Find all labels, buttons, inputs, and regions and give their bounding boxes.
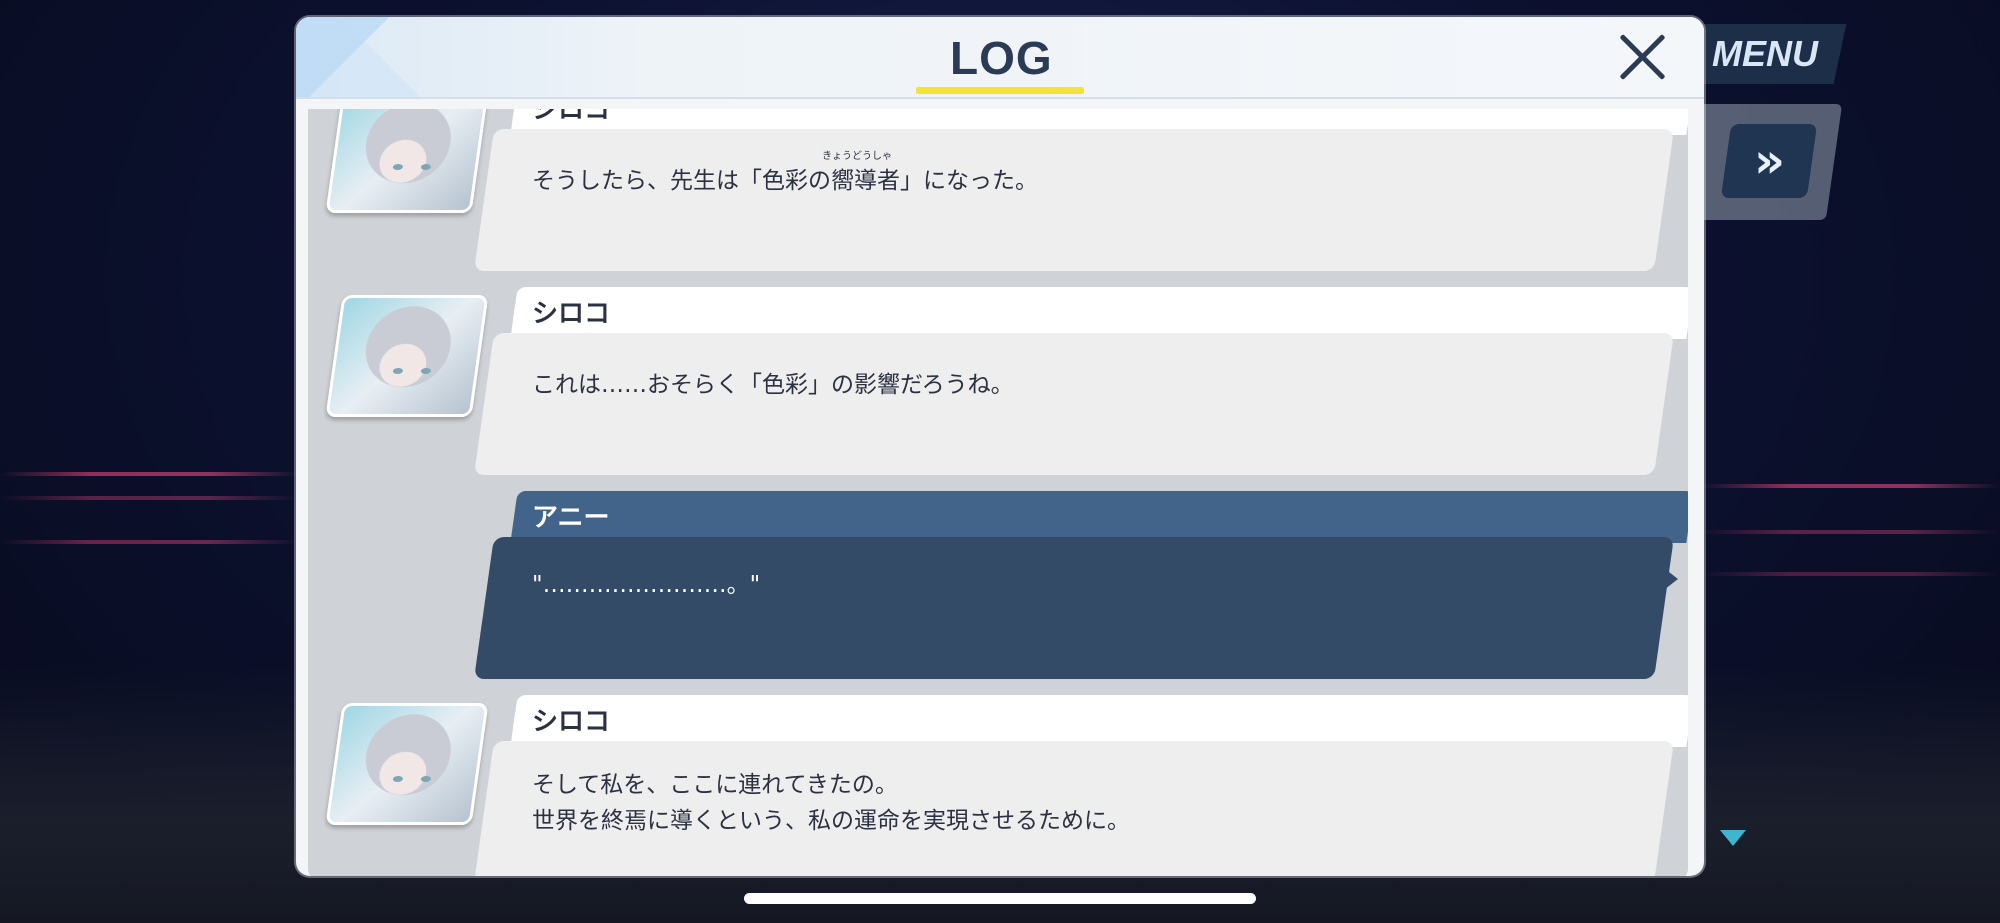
close-x-icon[interactable] (1616, 31, 1668, 83)
fast-forward-button[interactable]: » (1720, 124, 1818, 198)
neon-streak (0, 496, 300, 500)
speaker-name: シロコ (532, 707, 611, 737)
dialogue-line: そして私を、ここに連れてきたの。 (532, 772, 898, 798)
log-list[interactable]: シロコ きょうどうしゃ そうしたら、先生は「色彩の嚮導者」になった。 シロコ こ… (308, 109, 1688, 876)
speaker-tab (510, 491, 1688, 543)
neon-streak (1700, 572, 2000, 576)
dialogue-line: そうしたら、先生は「色彩の嚮導者」になった。 (532, 168, 1038, 194)
dialogue-box (474, 333, 1674, 475)
log-title: LOG (950, 32, 1053, 84)
dialogue-line: 世界を終焉に導くという、私の運命を実現させるために。 (532, 808, 1130, 834)
speaker-name: シロコ (532, 109, 611, 125)
log-entry: シロコ きょうどうしゃ そうしたら、先生は「色彩の嚮導者」になった。 (308, 109, 1688, 275)
speaker-name: シロコ (532, 299, 611, 329)
dialogue-tail (1660, 565, 1678, 593)
log-entry: シロコ これは……おそらく「色彩」の影響だろうね。 (308, 287, 1688, 479)
log-panel: LOG シロコ きょうどうしゃ そうしたら、先生は「色彩の嚮導者」になった。 シ… (296, 17, 1704, 876)
title-underline (916, 87, 1084, 94)
triangle-down-icon (1720, 830, 1746, 846)
header-decoration (296, 17, 526, 97)
neon-streak (1700, 484, 2000, 488)
menu-button-label: MENU (1712, 33, 1818, 74)
neon-streak (1700, 530, 2000, 534)
speaker-tab (510, 287, 1688, 339)
menu-button[interactable]: MENU (1683, 24, 1847, 84)
ruby-annotation: きょうどうしゃ (822, 151, 892, 162)
neon-streak (0, 472, 300, 476)
speaker-name: アニー (532, 503, 610, 533)
double-chevron-right-icon: » (1754, 133, 1772, 189)
dialogue-box (474, 537, 1674, 679)
home-indicator[interactable] (744, 893, 1256, 904)
avatar (325, 109, 489, 213)
log-panel-header: LOG (296, 17, 1704, 99)
speaker-tab (510, 695, 1688, 747)
neon-streak (0, 540, 300, 544)
dialogue-line: これは……おそらく「色彩」の影響だろうね。 (532, 372, 1014, 398)
avatar (325, 703, 489, 825)
dialogue-line: "……………………。" (532, 572, 761, 598)
avatar (325, 295, 489, 417)
log-entry-highlighted: アニー "……………………。" (308, 491, 1688, 683)
log-entry: シロコ そして私を、ここに連れてきたの。 世界を終焉に導くという、私の運命を実現… (308, 695, 1688, 876)
dialogue-box (474, 129, 1674, 271)
